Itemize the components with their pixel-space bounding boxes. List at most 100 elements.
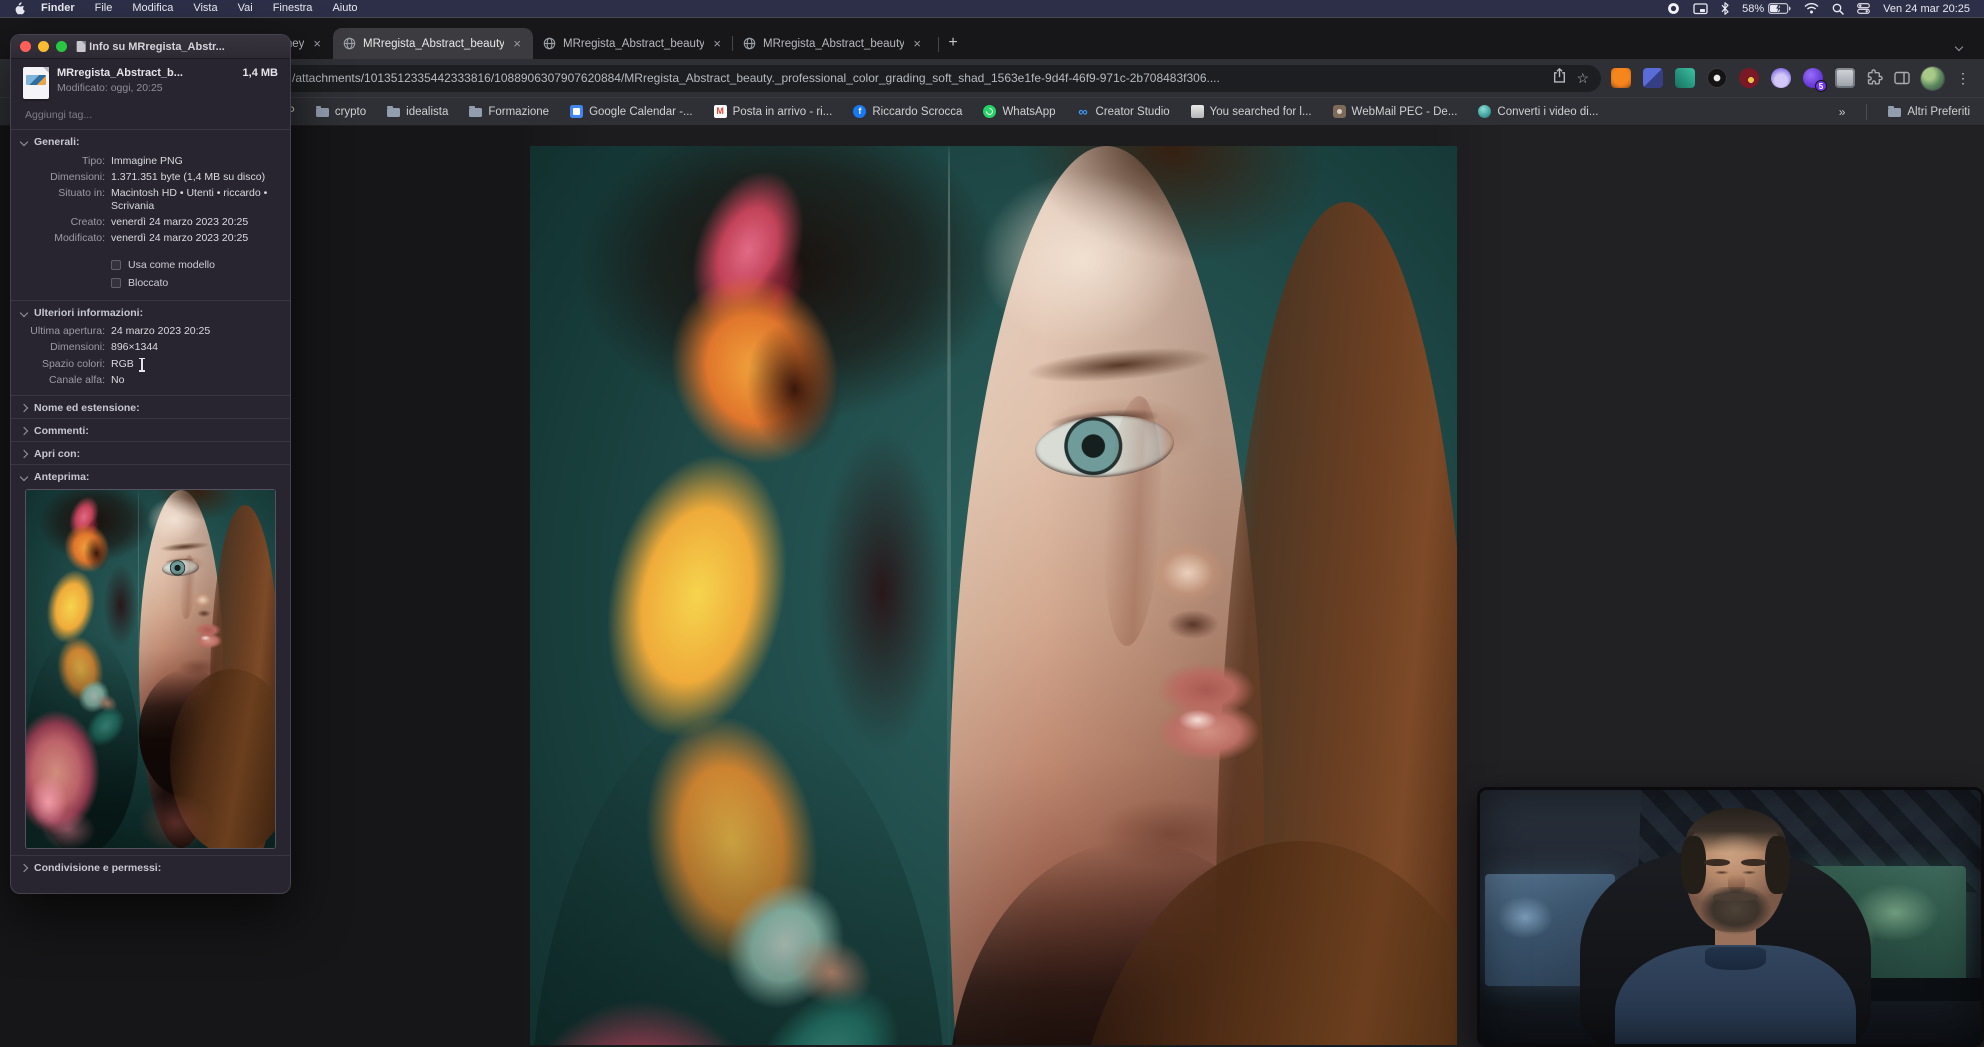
preview-thumbnail [25, 489, 276, 850]
wifi-icon[interactable] [1804, 3, 1819, 14]
decorative-shape [194, 609, 214, 619]
svg [1832, 3, 1844, 15]
other-bookmarks-button[interactable]: Altri Preferiti [1888, 105, 1970, 118]
menubar-menu[interactable]: File [85, 0, 123, 17]
bookmark-label: Posta in arrivo - ri... [732, 105, 833, 118]
extension-badge: 5 [1815, 80, 1827, 92]
address-bar[interactable]: /attachments/1013512335442333816/1088906… [280, 64, 1601, 92]
image-viewer[interactable] [530, 146, 1457, 1045]
menubar-menu[interactable]: Finder [31, 0, 85, 17]
checkbox-row[interactable]: Bloccato [111, 274, 280, 292]
info-window-title-text: Info su MRregista_Abstr... [89, 40, 225, 53]
browser-tab[interactable]: MRregista_Abstract_beauty._ × [333, 28, 533, 59]
chevron-down-icon [19, 137, 29, 147]
bookmark-item[interactable]: idealista [387, 105, 448, 118]
document-icon [76, 41, 86, 52]
tab-close-icon[interactable]: × [511, 37, 523, 50]
spotlight-search-icon[interactable] [1832, 3, 1844, 15]
browser-tab[interactable]: MRregista_Abstract_beauty._ × [533, 28, 733, 59]
bookmark-item[interactable]: ∞ Creator Studio [1077, 105, 1169, 118]
teal-extension-icon[interactable] [1675, 68, 1695, 88]
password-key-extension-icon[interactable] [1739, 68, 1759, 88]
checkbox[interactable] [111, 259, 121, 270]
decorative-shape [197, 634, 213, 643]
info-window-titlebar[interactable]: Info su MRregista_Abstr... [11, 35, 290, 59]
zoom-button[interactable] [56, 41, 67, 52]
info-row-value: No [111, 373, 125, 386]
menubar-menu[interactable]: Vista [183, 0, 227, 17]
checkbox-group: Usa come modello Bloccato [11, 254, 290, 301]
new-tab-button[interactable]: + [938, 29, 967, 57]
info-row-value: venerdì 24 marzo 2023 20:25 [111, 216, 249, 228]
purple-extension-icon[interactable]: 5 [1803, 68, 1827, 92]
info-file-header: MRregista_Abstract_b... Modificato: oggi… [11, 59, 290, 105]
info-row-value: 24 marzo 2023 20:25 [111, 325, 211, 338]
minimize-button[interactable] [38, 41, 49, 52]
menubar-menu[interactable]: Modifica [122, 0, 183, 17]
bookmark-item[interactable]: f Riccardo Scrocca [853, 105, 962, 118]
bookmark-item[interactable]: Converti i video di... [1478, 105, 1598, 118]
collapsed-section-header[interactable]: Apri con: [11, 441, 290, 464]
file-modified-line: Modificato: oggi, 20:25 [57, 82, 163, 94]
tab-close-icon[interactable]: × [911, 37, 923, 50]
tab-close-icon[interactable]: × [711, 37, 723, 50]
record-icon[interactable] [1667, 2, 1680, 15]
checkbox[interactable] [111, 277, 121, 288]
menubar-menu[interactable]: Vai [228, 0, 263, 17]
info-row: Modificato: venerdì 24 marzo 2023 20:25 [21, 231, 280, 247]
bookmark-icon [469, 105, 483, 117]
menu-bar-clock[interactable]: Ven 24 mar 20:25 [1883, 3, 1970, 15]
info-window-title: Info su MRregista_Abstr... [76, 41, 225, 53]
battery-status[interactable]: 58% [1742, 3, 1791, 15]
section-generali[interactable]: Generali: [11, 130, 290, 152]
section-anteprima[interactable]: Anteprima: [11, 464, 290, 487]
collapsed-section-header[interactable]: Commenti: [11, 418, 290, 441]
tab-close-icon[interactable]: × [311, 37, 323, 50]
purple-cloud-extension-icon[interactable] [1771, 68, 1791, 88]
bookmark-item[interactable]: WhatsApp [983, 105, 1056, 118]
apple-logo-icon[interactable] [14, 2, 25, 15]
gray-square-extension-icon[interactable] [1835, 68, 1855, 88]
metamask-extension-icon[interactable] [1611, 68, 1631, 88]
screen-mirroring-icon[interactable] [1693, 2, 1708, 15]
bookmark-icon: f [853, 105, 867, 118]
bookmarks-bar: -UP crypto idealista Formazione Google C… [0, 97, 1984, 125]
bookmark-item[interactable]: Formazione [469, 105, 549, 118]
menubar-menu[interactable]: Aiuto [322, 0, 367, 17]
section-condivisione-label: Condivisione e permessi: [34, 862, 162, 875]
bookmark-star-icon[interactable]: ☆ [1576, 71, 1589, 85]
menubar-menu[interactable]: Finestra [263, 0, 323, 17]
bookmark-icon-glyph: f [858, 106, 862, 116]
close-button[interactable] [20, 41, 31, 52]
share-icon[interactable] [1553, 67, 1566, 88]
bookmark-item[interactable]: WebMail PEC - De... [1332, 105, 1457, 118]
path [15, 2, 25, 15]
bookmark-label: Google Calendar -... [589, 105, 693, 118]
bookmark-item[interactable]: M Posta in arrivo - ri... [713, 105, 833, 118]
section-condivisione[interactable]: Condivisione e permessi: [11, 855, 290, 878]
side-panel-icon[interactable] [1893, 69, 1911, 87]
indigo-extension-icon[interactable] [1643, 68, 1663, 88]
bookmark-item[interactable]: crypto [315, 105, 366, 118]
browser-tab[interactable]: MRregista_Abstract_beauty._ × [732, 28, 933, 59]
webcam-overlay [1477, 787, 1984, 1047]
path [1804, 3, 1819, 8]
section-ulteriori-informazioni[interactable]: Ulteriori informazioni: [11, 301, 290, 323]
control-center-icon[interactable] [1857, 3, 1871, 14]
bookmarks-overflow-chevrons[interactable]: » [1839, 105, 1846, 119]
png-file-icon [23, 67, 49, 99]
bluetooth-icon[interactable] [1721, 2, 1729, 15]
tab-search-chevron-icon[interactable] [1954, 37, 1966, 52]
browser-menu-icon[interactable]: ⋮ [1954, 70, 1972, 87]
collapsed-section-header[interactable]: Nome ed estensione: [11, 395, 290, 418]
extensions-puzzle-icon[interactable] [1865, 69, 1883, 87]
bookmark-icon: M [713, 105, 727, 118]
black-circle-extension-icon[interactable] [1707, 68, 1727, 88]
add-tags-input[interactable] [23, 108, 278, 122]
profile-avatar[interactable] [1921, 66, 1944, 90]
text-cursor [139, 357, 145, 372]
checkbox-row[interactable]: Usa come modello [111, 256, 280, 274]
bookmark-item[interactable]: You searched for l... [1190, 105, 1312, 118]
checkbox-label: Bloccato [128, 276, 169, 289]
bookmark-item[interactable]: Google Calendar -... [570, 105, 693, 118]
